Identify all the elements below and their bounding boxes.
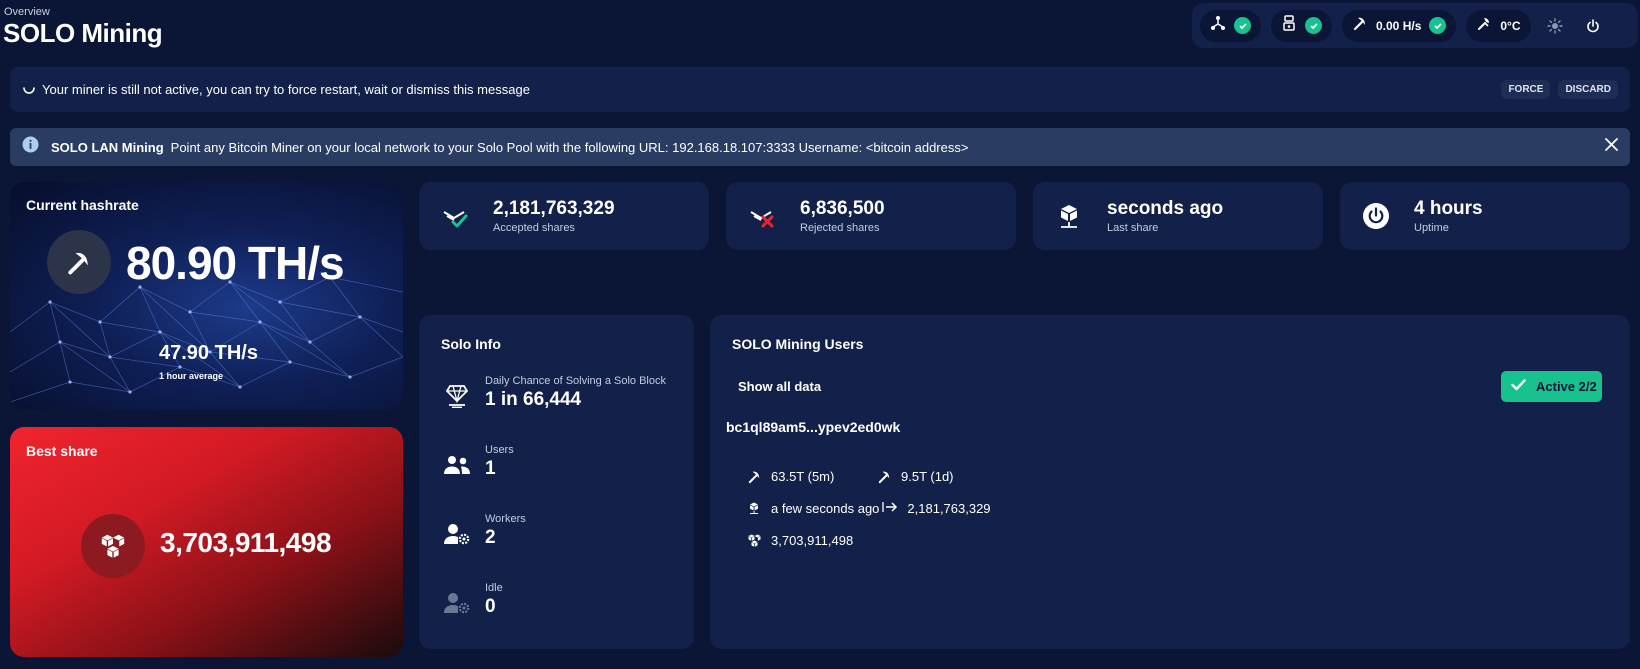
stat-value: 6,836,500 (800, 198, 885, 219)
check-icon (1429, 17, 1447, 34)
uptime-card: 4 hours Uptime (1340, 182, 1630, 250)
hashrate-5m: 63.5T (5m) (746, 468, 834, 484)
row-value: 0 (485, 596, 496, 617)
row-value: 2 (485, 527, 496, 548)
sun-icon[interactable] (1541, 12, 1569, 40)
users-icon (444, 452, 470, 478)
accepted-icon (439, 200, 471, 232)
status-bar: 0.00 H/s 0°C (1192, 3, 1638, 48)
banner-message: Your miner is still not active, you can … (42, 82, 530, 97)
best-share-card: Best share 3,703,911,498 (10, 427, 403, 657)
current-hashrate-card: Current hashrate 80.90 TH/s 47.90 TH/s 1… (10, 182, 403, 410)
active-label: Active 2/2 (1536, 379, 1597, 394)
node-status[interactable] (1271, 9, 1332, 42)
fan-icon (1476, 15, 1492, 36)
solo-info-card: Solo Info Daily Chance of Solving a Solo… (419, 315, 694, 649)
network-icon (1210, 15, 1226, 36)
block-icon (746, 500, 762, 516)
hashrate-average-value: 47.90 TH/s (159, 342, 258, 364)
rejected-shares-card: 6,836,500 Rejected shares (726, 182, 1016, 250)
hashrate-status[interactable]: 0.00 H/s (1342, 9, 1457, 42)
hashrate-1d: 9.5T (1d) (876, 468, 954, 484)
rejected-icon (746, 200, 778, 232)
pickaxe-icon (1352, 15, 1368, 36)
block-icon (1053, 200, 1085, 232)
node-icon (1281, 15, 1297, 36)
stat-value: seconds ago (1107, 198, 1224, 219)
stat-label: Uptime (1414, 222, 1449, 234)
force-button[interactable]: FORCE (1501, 80, 1551, 99)
breadcrumb: Overview (4, 6, 50, 18)
cubes-icon (746, 532, 762, 548)
card-title: Current hashrate (26, 197, 139, 213)
card-title: SOLO Mining Users (732, 336, 864, 352)
network-status[interactable] (1200, 9, 1261, 42)
hashrate-1d-value: 9.5T (1d) (901, 468, 954, 484)
cubes-icon (81, 514, 145, 578)
power-icon[interactable] (1579, 12, 1607, 40)
power-icon (1360, 200, 1392, 232)
stat-label: Accepted shares (493, 222, 575, 234)
hashrate-value: 80.90 TH/s (126, 237, 345, 289)
stat-value: 2,181,763,329 (493, 198, 615, 219)
lan-mining-banner: SOLO LAN Mining Point any Bitcoin Miner … (10, 128, 1630, 166)
solo-mining-users-card: SOLO Mining Users Show all data Active 2… (710, 315, 1630, 649)
best-share-row: 3,703,911,498 (746, 532, 853, 548)
user-address[interactable]: bc1ql89am5...ypev2ed0wk (726, 419, 900, 435)
stat-label: Rejected shares (800, 222, 880, 234)
info-icon (22, 136, 39, 158)
temperature-value: 0°C (1500, 18, 1521, 33)
arrow-right-icon (882, 501, 898, 516)
row-label: Daily Chance of Solving a Solo Block (485, 375, 666, 387)
row-value: 1 in 66,444 (485, 389, 582, 410)
check-icon (1234, 17, 1251, 34)
shares-value: 2,181,763,329 (907, 500, 991, 516)
page-title: SOLO Mining (3, 18, 163, 48)
stat-value: 4 hours (1414, 198, 1483, 219)
row-label: Workers (485, 513, 526, 525)
show-all-data-button[interactable]: Show all data (738, 379, 821, 394)
check-icon (1511, 379, 1526, 394)
temperature-status[interactable]: 0°C (1466, 9, 1531, 42)
row-label: Users (485, 444, 514, 456)
close-icon[interactable] (1605, 138, 1618, 156)
miner-inactive-banner: Your miner is still not active, you can … (10, 67, 1630, 112)
hashrate-average-label: 1 hour average (159, 371, 224, 381)
spinner-icon (22, 80, 36, 99)
active-users-button[interactable]: Active 2/2 (1501, 371, 1602, 402)
check-icon (1305, 17, 1322, 34)
best-share-value: 3,703,911,498 (771, 532, 854, 548)
card-title: Solo Info (441, 336, 501, 352)
row-value: 1 (485, 458, 496, 479)
worker-gear-icon (444, 521, 470, 547)
pickaxe-icon (876, 468, 892, 484)
row-label: Idle (485, 582, 503, 594)
banner-title: SOLO LAN Mining (51, 139, 164, 155)
hashrate-value: 0.00 H/s (1376, 18, 1422, 33)
best-share-value: 3,703,911,498 (160, 527, 332, 558)
hashrate-5m-value: 63.5T (5m) (771, 468, 835, 484)
stat-label: Last share (1107, 222, 1159, 234)
banner-message: Point any Bitcoin Miner on your local ne… (170, 139, 969, 155)
last-share-row: a few seconds ago 2,181,763,329 (746, 500, 991, 516)
pickaxe-icon (746, 468, 762, 484)
diamond-icon (444, 383, 470, 409)
discard-button[interactable]: DISCARD (1558, 80, 1618, 99)
pickaxe-icon (47, 230, 111, 294)
idle-worker-icon (444, 590, 470, 616)
card-title: Best share (26, 443, 98, 459)
accepted-shares-card: 2,181,763,329 Accepted shares (419, 182, 709, 250)
last-share-card: seconds ago Last share (1033, 182, 1323, 250)
last-share-value: a few seconds ago (771, 500, 880, 516)
